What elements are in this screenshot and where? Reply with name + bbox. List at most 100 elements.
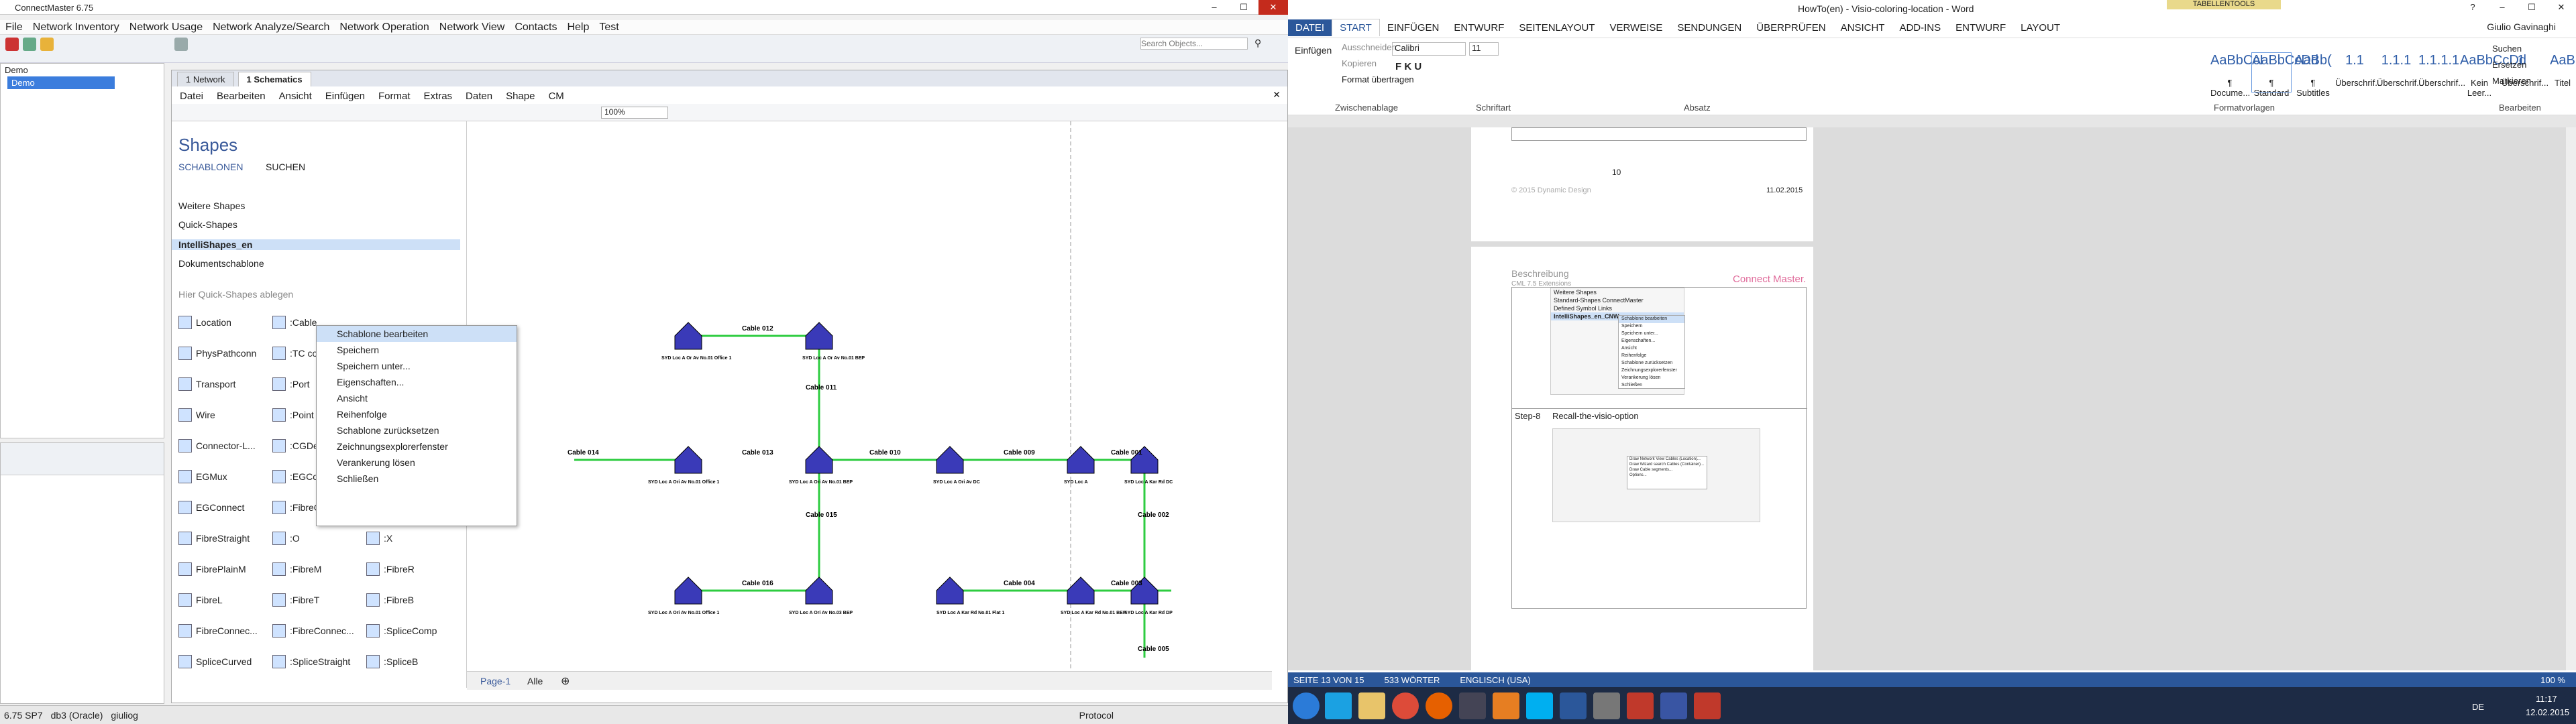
shape-item[interactable]: Transport xyxy=(178,377,235,391)
shapes-item-active[interactable]: IntelliShapes_en xyxy=(172,239,460,250)
user-name[interactable]: Giulio Gavinaghi xyxy=(2487,21,2556,32)
shape-item[interactable]: FibreStraight xyxy=(178,532,250,545)
style-item[interactable]: AaBb(¶ Subtitles xyxy=(2294,53,2332,98)
chrome-icon[interactable] xyxy=(1392,692,1419,719)
context-menu-item[interactable]: Schablone zurücksetzen xyxy=(317,422,517,438)
font-size-select[interactable]: 11 xyxy=(1469,42,1499,56)
visio-icon[interactable] xyxy=(1660,692,1687,719)
shape-item[interactable]: :Port xyxy=(272,377,310,391)
ribbon-tab[interactable]: DATEI xyxy=(1288,19,1332,36)
menu-item[interactable]: Network Operation xyxy=(339,21,429,34)
tree-root[interactable]: Demo xyxy=(1,64,164,76)
context-menu-item[interactable]: Verankerung lösen xyxy=(317,455,517,471)
menu-item[interactable]: Test xyxy=(599,21,619,34)
copy-button[interactable]: Kopieren xyxy=(1342,58,1377,68)
zoom-level[interactable]: 100 % xyxy=(2540,675,2565,685)
tool-icon[interactable] xyxy=(40,38,54,51)
shape-item[interactable]: FibrePlainM xyxy=(178,562,246,576)
style-item[interactable]: 1.1.1.1 Überschrif... xyxy=(2418,53,2465,92)
context-menu-item[interactable]: Eigenschaften... xyxy=(317,374,517,390)
shape-item[interactable]: :X xyxy=(366,532,392,545)
context-menu-item[interactable]: Schließen xyxy=(317,471,517,487)
visio-menu-item[interactable]: CM xyxy=(548,90,564,102)
style-item[interactable]: 1.1.1 Überschrif... xyxy=(2377,53,2424,92)
settings-icon[interactable] xyxy=(1593,692,1620,719)
shape-item[interactable]: EGMux xyxy=(178,470,227,483)
document-tab[interactable]: 1 Schematics xyxy=(237,72,311,86)
visio-menu-item[interactable]: Bearbeiten xyxy=(217,90,266,102)
start-icon[interactable] xyxy=(1293,692,1320,719)
shape-item[interactable]: :Cable xyxy=(272,316,317,329)
binoculars-icon[interactable]: ⚲ xyxy=(1254,38,1261,49)
shape-item[interactable]: :SpliceStraight xyxy=(272,655,350,668)
shape-item[interactable]: :FibreM xyxy=(272,562,321,576)
tool-icon[interactable] xyxy=(174,38,188,51)
tool-icon[interactable] xyxy=(23,38,36,51)
format-painter-button[interactable]: Format übertragen xyxy=(1342,74,1414,84)
shapes-item[interactable]: Quick-Shapes xyxy=(178,219,237,230)
language-status[interactable]: ENGLISCH (USA) xyxy=(1460,675,1530,685)
shape-item[interactable]: :TC co xyxy=(272,347,317,360)
shape-item[interactable]: SpliceCurved xyxy=(178,655,252,668)
style-item[interactable]: AaB Titel xyxy=(2543,53,2576,92)
shape-item[interactable]: Connector-L... xyxy=(178,439,256,452)
tab-schablonen[interactable]: SCHABLONEN xyxy=(178,162,243,172)
shape-item[interactable]: PhysPathconn xyxy=(178,347,256,360)
ribbon-tab[interactable]: ENTWURF xyxy=(1948,19,2013,36)
minimize-button[interactable]: – xyxy=(2487,0,2517,15)
context-menu-item[interactable]: Schablone bearbeiten xyxy=(317,326,517,342)
folder-icon[interactable] xyxy=(1358,692,1385,719)
clock-time[interactable]: 11:17 xyxy=(2536,694,2557,704)
shape-item[interactable]: EGConnect xyxy=(178,501,244,514)
app-icon[interactable] xyxy=(1694,692,1721,719)
select-button[interactable]: Markieren xyxy=(2492,76,2531,86)
close-button[interactable]: ✕ xyxy=(2546,0,2576,15)
page-tab-all[interactable]: Alle xyxy=(527,676,543,686)
context-menu-item[interactable]: Reihenfolge xyxy=(317,406,517,422)
menu-item[interactable]: File xyxy=(5,21,23,34)
shapes-item[interactable]: Dokumentschablone xyxy=(178,258,264,269)
ribbon-tab[interactable]: VERWEISE xyxy=(1602,19,1670,36)
maximize-button[interactable]: ☐ xyxy=(1229,0,1258,15)
ribbon-tab[interactable]: ÜBERPRÜFEN xyxy=(1749,19,1833,36)
visio-menu-item[interactable]: Shape xyxy=(506,90,535,102)
ribbon-tab[interactable]: START xyxy=(1332,19,1380,36)
shape-item[interactable]: :FibreConnec... xyxy=(272,624,354,638)
document-tab[interactable]: 1 Network xyxy=(177,72,234,86)
style-item[interactable]: 1 Überschrif... xyxy=(2502,53,2548,92)
app-icon[interactable] xyxy=(1459,692,1486,719)
bold-button[interactable]: F K U xyxy=(1395,61,1421,72)
menu-item[interactable]: Network Inventory xyxy=(33,21,119,34)
shape-item[interactable]: :SpliceComp xyxy=(366,624,437,638)
shape-item[interactable]: FibreConnec... xyxy=(178,624,258,638)
close-button[interactable]: ✕ xyxy=(1258,0,1288,15)
style-item[interactable]: AaBbCcDd Kein Leer... xyxy=(2460,53,2526,98)
ribbon-tab[interactable]: ADD-INS xyxy=(1892,19,1948,36)
app-icon[interactable] xyxy=(1493,692,1519,719)
ribbon-tab[interactable]: LAYOUT xyxy=(2013,19,2068,36)
style-item[interactable]: AaBbCcDd ¶ Standard xyxy=(2251,52,2318,98)
shape-item[interactable]: FibreL xyxy=(178,593,223,607)
tree-item-selected[interactable]: Demo xyxy=(7,76,115,89)
context-menu-item[interactable]: Speichern xyxy=(317,342,517,358)
menu-item[interactable]: Network Usage xyxy=(129,21,203,34)
shape-item[interactable]: Wire xyxy=(178,408,215,422)
context-menu-item[interactable]: Zeichnungsexplorerfenster xyxy=(317,438,517,455)
page-tab[interactable]: Page-1 xyxy=(480,676,511,686)
search-input[interactable] xyxy=(1140,38,1248,50)
page-status[interactable]: SEITE 13 VON 15 xyxy=(1293,675,1364,685)
shapes-item[interactable]: Weitere Shapes xyxy=(178,200,245,211)
shape-item[interactable]: Location xyxy=(178,316,231,329)
paste-button[interactable]: Einfügen xyxy=(1295,45,1332,56)
tab-suchen[interactable]: SUCHEN xyxy=(266,162,305,172)
scrollbar[interactable] xyxy=(2566,127,2576,670)
menu-item[interactable]: Contacts xyxy=(515,21,557,34)
tool-icon[interactable] xyxy=(5,38,19,51)
skype-icon[interactable] xyxy=(1526,692,1553,719)
shape-item[interactable]: :FibreR xyxy=(366,562,415,576)
shape-item[interactable]: :FibreB xyxy=(366,593,414,607)
ribbon-tab[interactable]: EINFÜGEN xyxy=(1380,19,1447,36)
word-count[interactable]: 533 WÖRTER xyxy=(1385,675,1440,685)
zoom-select[interactable]: 100% xyxy=(601,107,668,119)
shape-item[interactable]: :O xyxy=(272,532,300,545)
